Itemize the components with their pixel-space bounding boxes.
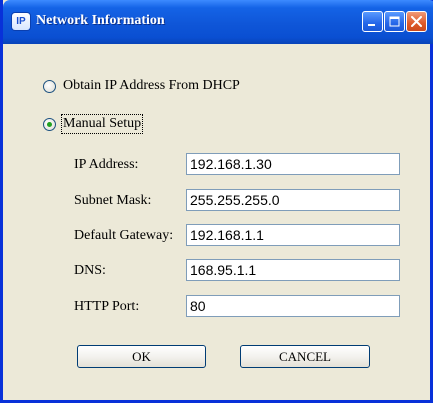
minimize-button[interactable]: [362, 11, 383, 32]
close-button[interactable]: [406, 11, 427, 32]
manual-setup-label: Manual Setup: [60, 114, 144, 134]
app-icon: IP: [12, 13, 30, 30]
default-gateway-field[interactable]: 192.168.1.1: [186, 224, 400, 246]
ok-button[interactable]: OK: [77, 345, 206, 368]
default-gateway-label: Default Gateway:: [74, 228, 174, 243]
dhcp-radio[interactable]: [43, 79, 56, 93]
dns-label: DNS:: [74, 263, 106, 278]
dialog-content: Obtain IP Address From DHCP Manual Setup…: [3, 44, 430, 400]
cancel-button[interactable]: CANCEL: [240, 345, 370, 368]
maximize-icon: [389, 16, 400, 27]
manual-setup-radio[interactable]: [43, 117, 56, 131]
window-title: Network Information: [36, 13, 165, 28]
close-icon: [411, 16, 422, 27]
network-information-window: IP Network Information Obtain IP Address…: [0, 0, 433, 403]
dns-field[interactable]: 168.95.1.1: [186, 259, 400, 281]
manual-setup-option[interactable]: Manual Setup: [43, 114, 144, 134]
app-icon-text: IP: [16, 16, 26, 27]
subnet-mask-field[interactable]: 255.255.255.0: [186, 189, 400, 211]
ip-address-field[interactable]: 192.168.1.30: [186, 153, 400, 175]
http-port-label: HTTP Port:: [74, 299, 140, 314]
title-bar[interactable]: IP Network Information: [3, 0, 433, 44]
dhcp-label: Obtain IP Address From DHCP: [63, 78, 240, 93]
minimize-icon: [368, 24, 375, 26]
dhcp-option[interactable]: Obtain IP Address From DHCP: [43, 78, 240, 94]
ip-address-label: IP Address:: [74, 157, 139, 172]
subnet-mask-label: Subnet Mask:: [74, 193, 152, 208]
http-port-field[interactable]: 80: [186, 295, 400, 317]
maximize-button[interactable]: [384, 11, 405, 32]
